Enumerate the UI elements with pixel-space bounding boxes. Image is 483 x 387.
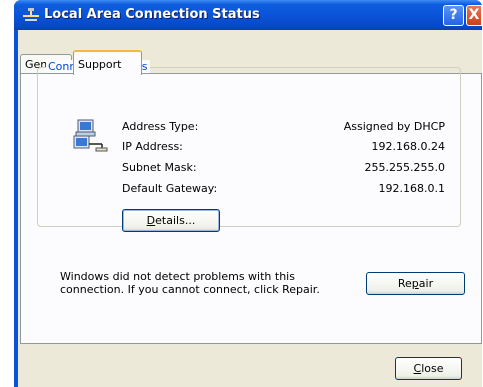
close-button-label: lose (421, 362, 444, 375)
close-button[interactable]: Close (395, 357, 462, 380)
repair-button-accel: p (411, 277, 419, 290)
title-bar[interactable]: Local Area Connection Status ? X (14, 0, 482, 30)
details-button-accel: D (146, 214, 156, 227)
close-window-button[interactable]: X (466, 5, 482, 26)
tab-support[interactable]: Support (73, 50, 142, 75)
ip-address-label: IP Address: (122, 140, 183, 153)
address-type-label: Address Type: (122, 120, 199, 133)
details-button-label: etails... (155, 214, 196, 227)
subnet-mask-label: Subnet Mask: (122, 161, 197, 174)
default-gateway-value: 192.168.0.1 (378, 182, 445, 195)
network-computers-icon (73, 119, 108, 152)
ip-address-value: 192.168.0.24 (371, 140, 445, 153)
window-title: Local Area Connection Status (44, 7, 260, 22)
help-button[interactable]: ? (443, 5, 464, 26)
network-connection-icon (23, 8, 39, 21)
repair-button[interactable]: Repair (366, 272, 465, 295)
subnet-mask-value: 255.255.255.0 (364, 161, 445, 174)
address-type-value: Assigned by DHCP (343, 120, 445, 133)
default-gateway-label: Default Gateway: (122, 182, 218, 195)
details-button[interactable]: Details... (122, 209, 220, 232)
repair-button-label-rest: air (418, 277, 434, 290)
dialog-window: Local Area Connection Status ? X General… (14, 0, 482, 387)
diagnostic-message: Windows did not detect problems with thi… (60, 270, 320, 296)
repair-button-label-pre: Re (397, 277, 412, 290)
